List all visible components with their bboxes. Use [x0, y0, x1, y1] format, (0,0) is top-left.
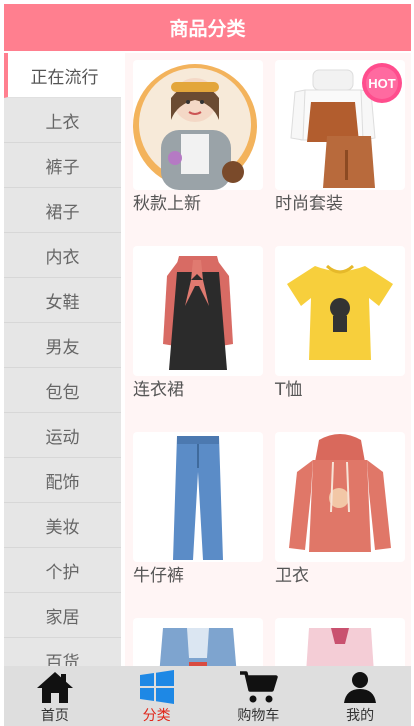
- sidebar-item-underwear[interactable]: 内衣: [4, 233, 121, 278]
- product-card[interactable]: 秋款上新: [133, 60, 263, 216]
- product-label: 卫衣: [275, 566, 309, 586]
- sidebar-item-label: 上衣: [45, 112, 80, 133]
- hot-badge-icon: HOT: [362, 63, 402, 103]
- product-image: [275, 246, 405, 376]
- sidebar-item-trending[interactable]: 正在流行: [4, 53, 121, 98]
- sidebar-item-label: 男友: [45, 337, 80, 358]
- product-image: [275, 618, 405, 666]
- sidebar-item-label: 运动: [45, 427, 80, 448]
- sidebar-item-general-goods[interactable]: 百货: [4, 638, 121, 666]
- product-card[interactable]: 卫衣: [275, 432, 405, 588]
- product-label: T恤: [275, 380, 303, 400]
- sidebar-item-skirts[interactable]: 裙子: [4, 188, 121, 233]
- product-label: 连衣裙: [133, 380, 184, 400]
- home-icon: [36, 672, 73, 703]
- hoodie-icon: [289, 434, 391, 552]
- sidebar-item-tops[interactable]: 上衣: [4, 98, 121, 143]
- tab-label: 分类: [142, 708, 171, 724]
- page-header: 商品分类: [4, 4, 411, 51]
- sidebar-item-bags[interactable]: 包包: [4, 368, 121, 413]
- product-card[interactable]: T恤: [275, 246, 405, 402]
- product-image: [275, 432, 405, 562]
- dress-icon: [163, 256, 233, 370]
- sidebar-item-label: 女鞋: [45, 292, 80, 313]
- product-label: 牛仔裤: [133, 566, 184, 586]
- sidebar-item-label: 正在流行: [30, 67, 99, 88]
- product-image: [133, 618, 263, 666]
- tab-cart[interactable]: 购物车: [208, 666, 310, 726]
- cart-icon: [240, 671, 279, 703]
- product-label: 时尚套装: [275, 194, 343, 214]
- sidebar-item-womens-shoes[interactable]: 女鞋: [4, 278, 121, 323]
- product-image: HOT: [275, 60, 405, 190]
- denim-jacket-icon: [159, 628, 237, 666]
- tshirt-icon: [287, 264, 393, 360]
- bottom-tab-bar: 首页 分类 购物车 我的: [4, 666, 411, 726]
- tab-category[interactable]: 分类: [106, 666, 208, 726]
- product-card[interactable]: 连衣裙: [133, 246, 263, 402]
- product-image: [133, 246, 263, 376]
- tab-label: 首页: [40, 708, 69, 724]
- sidebar-item-makeup[interactable]: 美妆: [4, 503, 121, 548]
- category-sidebar: 正在流行 上衣 裤子 裙子 内衣 女鞋 男友 包包 运动 配饰 美妆 个护 家居…: [4, 53, 121, 666]
- sidebar-item-pants[interactable]: 裤子: [4, 143, 121, 188]
- sidebar-item-label: 家居: [45, 607, 80, 628]
- svg-text:HOT: HOT: [368, 76, 396, 91]
- user-icon: [344, 672, 377, 703]
- app-frame: 商品分类 正在流行 上衣 裤子 裙子 内衣 女鞋 男友 包包 运动 配饰 美妆 …: [4, 4, 411, 726]
- page-title: 商品分类: [169, 18, 246, 40]
- pink-blouse-icon: [306, 628, 374, 666]
- tab-home[interactable]: 首页: [4, 666, 106, 726]
- tab-label: 我的: [346, 708, 375, 724]
- sidebar-item-accessories[interactable]: 配饰: [4, 458, 121, 503]
- tab-profile[interactable]: 我的: [309, 666, 411, 726]
- sidebar-item-boyfriend[interactable]: 男友: [4, 323, 121, 368]
- product-card[interactable]: 牛仔裤: [133, 432, 263, 588]
- product-image: [133, 432, 263, 562]
- product-card[interactable]: HOT 时尚套装: [275, 60, 405, 216]
- sidebar-item-label: 包包: [45, 382, 80, 403]
- sidebar-item-label: 裙子: [45, 202, 80, 223]
- windows-grid-icon: [139, 670, 174, 704]
- product-label: 秋款上新: [133, 194, 201, 214]
- sidebar-item-label: 裤子: [45, 157, 80, 178]
- product-card[interactable]: [275, 618, 405, 666]
- product-image: [133, 60, 263, 190]
- tab-label: 购物车: [237, 708, 280, 724]
- sidebar-item-label: 百货: [45, 652, 80, 667]
- product-grid-area: 秋款上新 HOT 时尚套装 连衣裙 T恤 牛仔裤 卫衣: [125, 53, 411, 666]
- sidebar-item-sports[interactable]: 运动: [4, 413, 121, 458]
- product-card[interactable]: [133, 618, 263, 666]
- sidebar-item-label: 内衣: [45, 247, 80, 268]
- sidebar-item-label: 配饰: [45, 472, 80, 493]
- jeans-icon: [173, 436, 223, 560]
- sidebar-item-label: 个护: [45, 562, 80, 583]
- sidebar-item-label: 美妆: [45, 517, 80, 538]
- sidebar-item-personal-care[interactable]: 个护: [4, 548, 121, 593]
- sidebar-item-home[interactable]: 家居: [4, 593, 121, 638]
- woman-portrait-icon: [133, 64, 257, 190]
